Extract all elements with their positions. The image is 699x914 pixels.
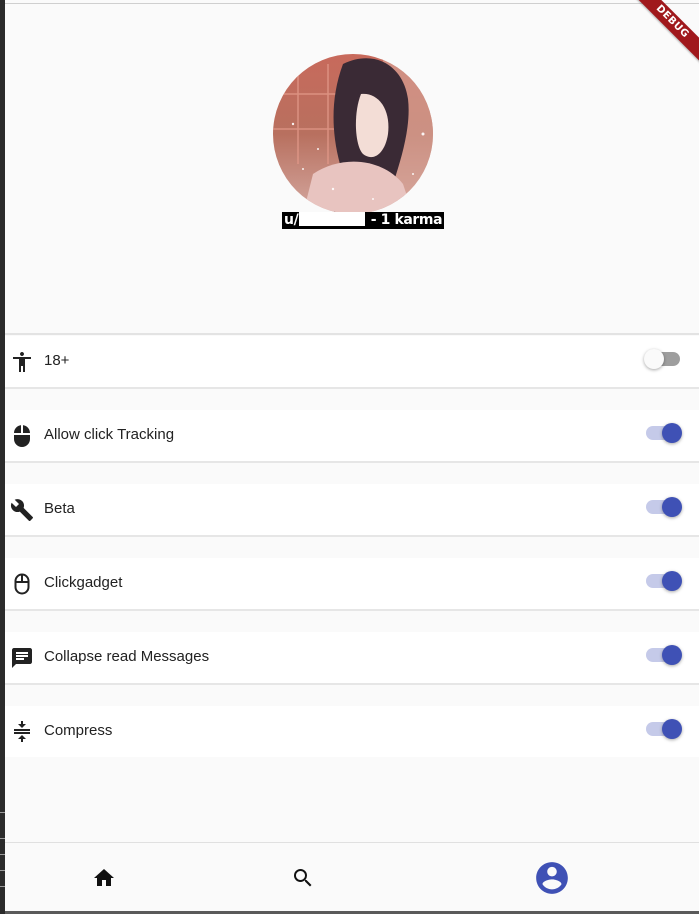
app-window: DEBUG u/ - 1 karma 18+ Allow click Track… [0,0,699,914]
setting-label: Collapse read Messages [44,648,210,665]
compress-icon [10,720,34,744]
toggle-knob [662,571,682,591]
setting-row-beta[interactable]: Beta [5,484,699,537]
setting-row-click-tracking[interactable]: Allow click Tracking [5,410,699,463]
toggle-switch-compress[interactable] [646,719,682,739]
mouse-outline-icon [10,572,34,596]
mouse-icon [10,424,34,448]
message-icon [10,646,34,670]
top-border [5,3,699,4]
toggle-knob [662,497,682,517]
toggle-knob [662,719,682,739]
karma-count: - 1 karma [366,212,443,228]
section-divider [5,333,699,335]
setting-label: Compress [44,722,113,739]
account-circle-icon [536,861,568,894]
setting-label: Clickgadget [44,574,123,591]
bottom-navigation-bar [5,842,699,912]
toggle-knob [662,645,682,665]
setting-label: Allow click Tracking [44,426,175,443]
setting-row-nsfw[interactable]: 18+ [5,336,699,389]
accessibility-icon [10,350,34,374]
toggle-switch-beta[interactable] [646,497,682,517]
nav-search-button[interactable] [263,843,343,912]
username-prefix: u/ [284,212,299,228]
wrench-icon [10,498,34,522]
toggle-knob [662,423,682,443]
toggle-switch-nsfw[interactable] [644,349,680,369]
toggle-switch-click-tracking[interactable] [646,423,682,443]
redacted-username [299,212,366,226]
search-icon [294,868,312,886]
toggle-knob [644,349,664,369]
setting-label: 18+ [44,352,70,369]
setting-row-compress[interactable]: Compress [5,706,699,757]
nav-home-button[interactable] [64,843,144,912]
nav-account-button[interactable] [512,843,592,912]
avatar[interactable] [273,54,433,214]
setting-row-collapse-read[interactable]: Collapse read Messages [5,632,699,685]
toggle-switch-clickgadget[interactable] [646,571,682,591]
home-icon [94,868,114,886]
debug-banner: DEBUG [620,0,699,74]
toggle-switch-collapse-read[interactable] [646,645,682,665]
setting-row-clickgadget[interactable]: Clickgadget [5,558,699,611]
setting-label: Beta [44,500,75,517]
username-karma-label: u/ - 1 karma [282,212,445,229]
